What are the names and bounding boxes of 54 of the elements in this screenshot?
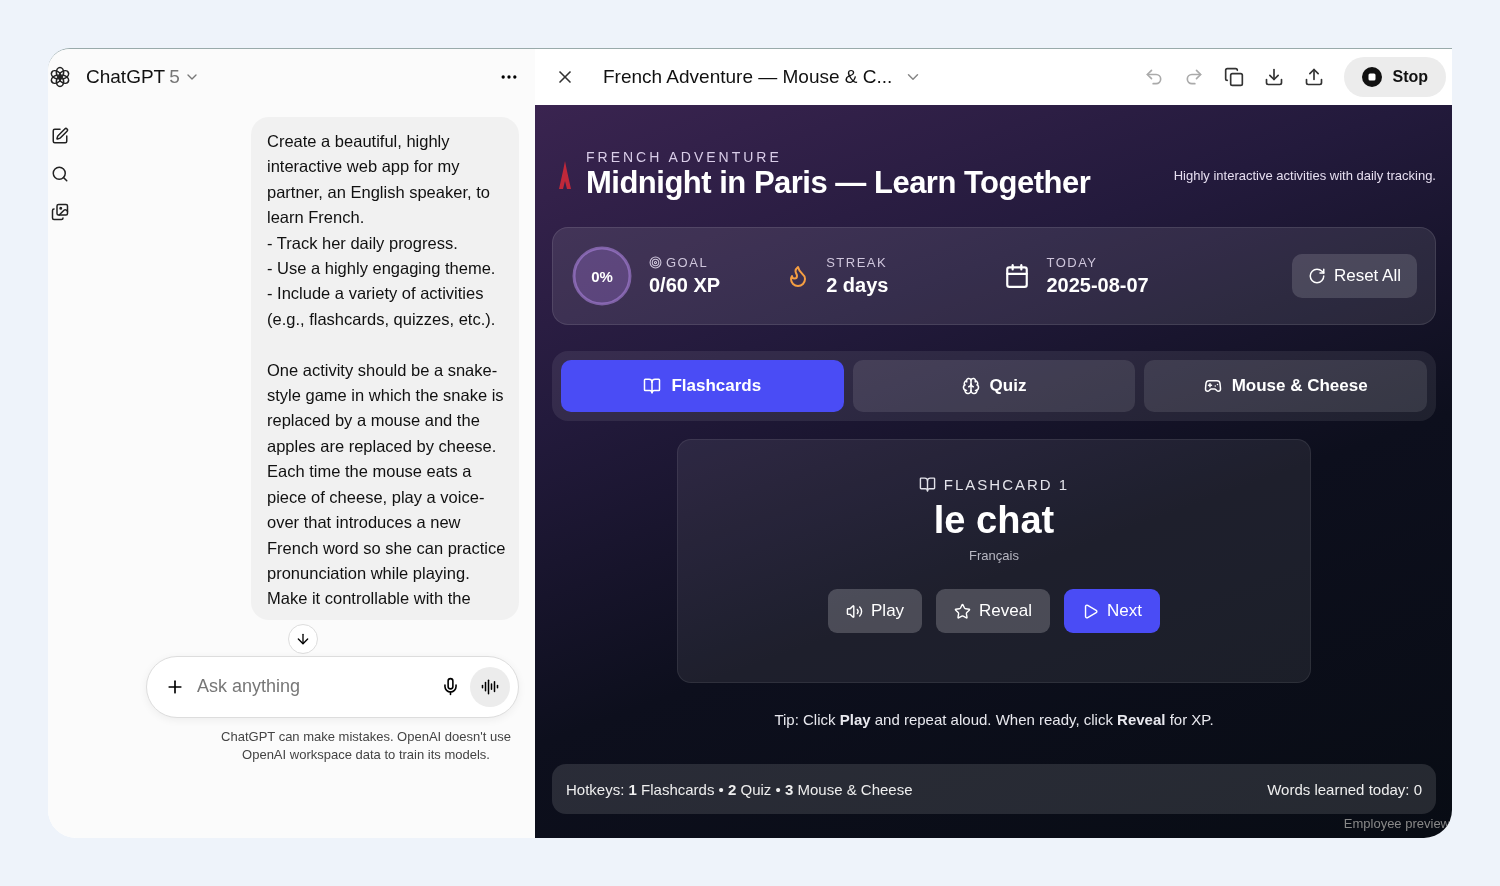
download-icon[interactable] <box>1264 67 1285 87</box>
brain-icon <box>961 377 980 395</box>
book-icon <box>918 476 936 493</box>
speaker-icon <box>846 602 863 620</box>
flashcard-button[interactable]: Play <box>828 589 923 633</box>
subtitle: Highly interactive activities with daily tracking. <box>1173 167 1436 183</box>
goal-label: GOAL <box>649 255 721 270</box>
chat-input[interactable]: Ask anything <box>195 675 431 699</box>
language-label: Français <box>969 548 1019 563</box>
flashcard-button[interactable]: Reveal <box>936 589 1050 633</box>
words-learned: Words learned today: 0 <box>1267 780 1422 798</box>
model-picker[interactable]: ChatGPT 5 <box>86 66 200 88</box>
goal-value: 0/60 XP <box>649 274 721 297</box>
app-title: Midnight in Paris — Learn Together <box>586 165 1092 201</box>
flashcard-label: FLASHCARD 1 <box>918 476 1070 493</box>
gamepad-icon <box>1203 377 1222 395</box>
streak-value: 2 days <box>826 274 889 297</box>
disclaimer: ChatGPT can make mistakes. OpenAI doesn't use OpenAI workspace data to train its models. <box>220 727 512 764</box>
refresh-icon <box>1307 267 1326 285</box>
activity-tab[interactable]: Quiz <box>852 360 1136 412</box>
stop-icon <box>1362 67 1383 87</box>
mic-icon[interactable] <box>441 677 460 697</box>
star-icon <box>954 602 972 620</box>
progress-ring <box>571 245 633 307</box>
today-value: 2025-08-07 <box>1046 274 1149 297</box>
copy-icon[interactable] <box>1224 67 1245 87</box>
eyebrow-text: FRENCH ADVENTURE <box>586 149 783 165</box>
user-message: Create a beautiful, highly interactive web app for my partner, an English speaker, to learn French. - Track her daily progress. - Use a highly engaging theme. - Include a variety of activities (e.g., flashcards, quizzes, etc.). One activity should be a snake-style game in which the snake is replaced by a mouse and the apples are replaced by cheese. Each time the mouse eats a piece of cheese, play a voice-over that introduces a new French word so she can practice pronunciation while playing. Make it controllable with the <box>251 117 519 620</box>
tower-icon <box>558 161 572 189</box>
images-icon[interactable] <box>51 203 69 221</box>
logo-icon <box>48 65 72 89</box>
search-icon[interactable] <box>51 165 69 183</box>
scroll-down-button[interactable] <box>287 623 318 654</box>
flashcard-word: le chat <box>933 499 1055 542</box>
flashcard-button[interactable]: Next <box>1064 589 1160 633</box>
hotkeys-text: Hotkeys: 1 Flashcards • 2 Quiz • 3 Mouse & Cheese <box>566 780 913 798</box>
today-label: TODAY <box>1046 255 1099 270</box>
calendar-icon <box>1004 263 1031 289</box>
canvas-title: French Adventure — Mouse & C... <box>603 66 893 88</box>
new-chat-icon[interactable] <box>51 127 69 145</box>
activity-tab[interactable]: Mouse & Cheese <box>1144 360 1427 412</box>
preview-label: Employee preview <box>1343 816 1450 831</box>
streak-label: STREAK <box>826 255 889 270</box>
goal-percent: 0% <box>591 267 613 285</box>
activity-tab[interactable]: Flashcards <box>561 360 844 412</box>
tip-text: Tip: Click Play and repeat aloud. When ready, click Reveal for XP. <box>774 711 1214 728</box>
book-icon <box>643 377 662 395</box>
waveform-icon <box>481 677 499 696</box>
target-icon <box>649 256 662 269</box>
play-icon <box>1082 602 1099 620</box>
share-icon[interactable] <box>1304 67 1325 87</box>
stop-button[interactable]: Stop <box>1344 57 1446 97</box>
reset-button[interactable]: Reset All <box>1291 254 1417 298</box>
voice-button[interactable] <box>470 666 510 707</box>
